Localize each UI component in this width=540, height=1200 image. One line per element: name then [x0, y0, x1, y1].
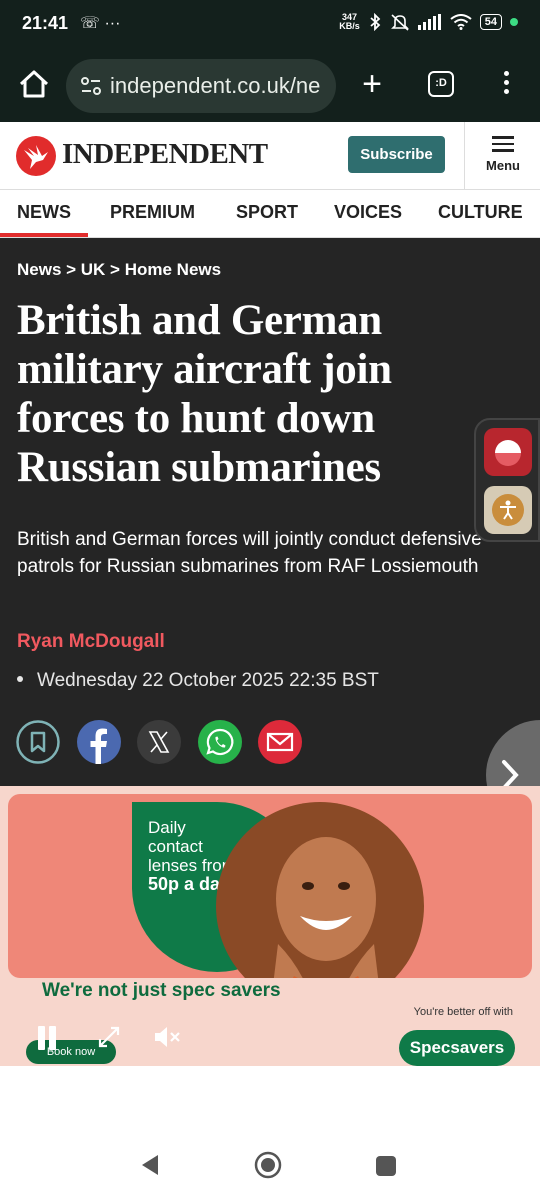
pokeball-icon	[495, 440, 521, 466]
floating-app-button[interactable]	[484, 428, 532, 476]
ad-pause-icon[interactable]	[36, 1026, 58, 1052]
article-headline: British and German military aircraft joi…	[17, 297, 392, 491]
recents-icon[interactable]	[375, 1155, 397, 1177]
site-settings-icon[interactable]	[80, 75, 102, 97]
ad-banner: Daily contact lenses from 50p a day	[8, 794, 532, 978]
nav-active-indicator	[0, 233, 88, 237]
notification-icons: ☏ ···	[80, 15, 121, 32]
menu-divider	[464, 122, 465, 190]
address-bar[interactable]: independent.co.uk/ne	[66, 59, 336, 113]
ad-mute-icon[interactable]	[152, 1024, 182, 1050]
accessibility-button[interactable]	[484, 486, 532, 534]
ad-brand-logo[interactable]: Specsavers	[399, 1030, 515, 1066]
ad-better-off: You're better off with	[413, 1006, 513, 1018]
ad-model-image	[216, 802, 424, 978]
subscribe-button[interactable]: Subscribe	[348, 136, 445, 173]
whatsapp-icon	[198, 720, 242, 764]
accessibility-icon	[492, 494, 524, 526]
x-share-button[interactable]	[137, 720, 181, 764]
wifi-icon	[450, 14, 472, 30]
status-time: 21:41	[22, 13, 69, 33]
system-navigation	[0, 1130, 540, 1200]
article-header: News > UK > Home News British and German…	[0, 238, 540, 786]
nav-news[interactable]: NEWS	[17, 190, 71, 238]
breadcrumb[interactable]: News > UK > Home News	[17, 260, 221, 280]
floating-widget-panel	[474, 418, 540, 542]
home-icon[interactable]	[16, 66, 52, 102]
more-options-icon[interactable]	[494, 68, 518, 100]
nav-sport[interactable]: SPORT	[236, 190, 298, 238]
site-header: INDEPENDENT Subscribe Menu	[0, 122, 540, 190]
bluetooth-icon	[370, 13, 381, 31]
eagle-logo-icon[interactable]	[16, 136, 56, 176]
privacy-dot-icon	[510, 18, 518, 26]
advertisement[interactable]: Daily contact lenses from 50p a day We'r…	[0, 786, 540, 1066]
url-text[interactable]: independent.co.uk/ne	[110, 73, 328, 99]
hamburger-icon	[492, 136, 514, 152]
email-share-button[interactable]	[258, 720, 302, 764]
whatsapp-share-button[interactable]	[198, 720, 242, 764]
signal-icon	[417, 14, 441, 30]
email-icon	[258, 720, 302, 764]
publish-date: Wednesday 22 October 2025 22:35 BST	[17, 670, 379, 692]
nav-premium[interactable]: PREMIUM	[110, 190, 195, 238]
facebook-icon	[77, 720, 121, 764]
network-speed: 347 KB/s	[339, 13, 360, 31]
publish-date-text: Wednesday 22 October 2025 22:35 BST	[37, 670, 379, 691]
status-right: 347 KB/s 54	[339, 13, 518, 31]
bullet-icon	[17, 675, 23, 682]
tab-switcher-button[interactable]: :D	[428, 71, 454, 97]
mute-icon	[390, 14, 409, 31]
new-tab-button[interactable]: +	[356, 64, 388, 104]
browser-toolbar: independent.co.uk/ne + :D	[0, 50, 540, 122]
battery-indicator: 54	[479, 14, 502, 30]
ad-tagline: We're not just spec savers	[42, 980, 281, 1001]
facebook-share-button[interactable]	[77, 720, 121, 764]
nav-voices[interactable]: VOICES	[334, 190, 402, 238]
site-logo[interactable]: INDEPENDENT	[62, 138, 268, 171]
menu-button[interactable]: Menu	[466, 122, 540, 190]
back-icon[interactable]	[138, 1152, 162, 1178]
home-circle-icon[interactable]	[254, 1151, 282, 1179]
x-icon	[137, 720, 181, 764]
article-standfirst: British and German forces will jointly c…	[17, 529, 482, 577]
menu-label: Menu	[486, 157, 520, 173]
author-link[interactable]: Ryan McDougall	[17, 631, 165, 653]
section-nav: NEWS PREMIUM SPORT VOICES CULTURE	[0, 190, 540, 238]
nav-culture[interactable]: CULTURE	[438, 190, 523, 238]
ad-fullscreen-icon[interactable]	[96, 1024, 122, 1050]
network-speed-unit: KB/s	[339, 21, 360, 31]
status-bar: 21:41 ☏ ··· 347 KB/s 54	[0, 0, 540, 50]
bookmark-icon	[16, 720, 60, 764]
bookmark-button[interactable]	[16, 720, 60, 764]
